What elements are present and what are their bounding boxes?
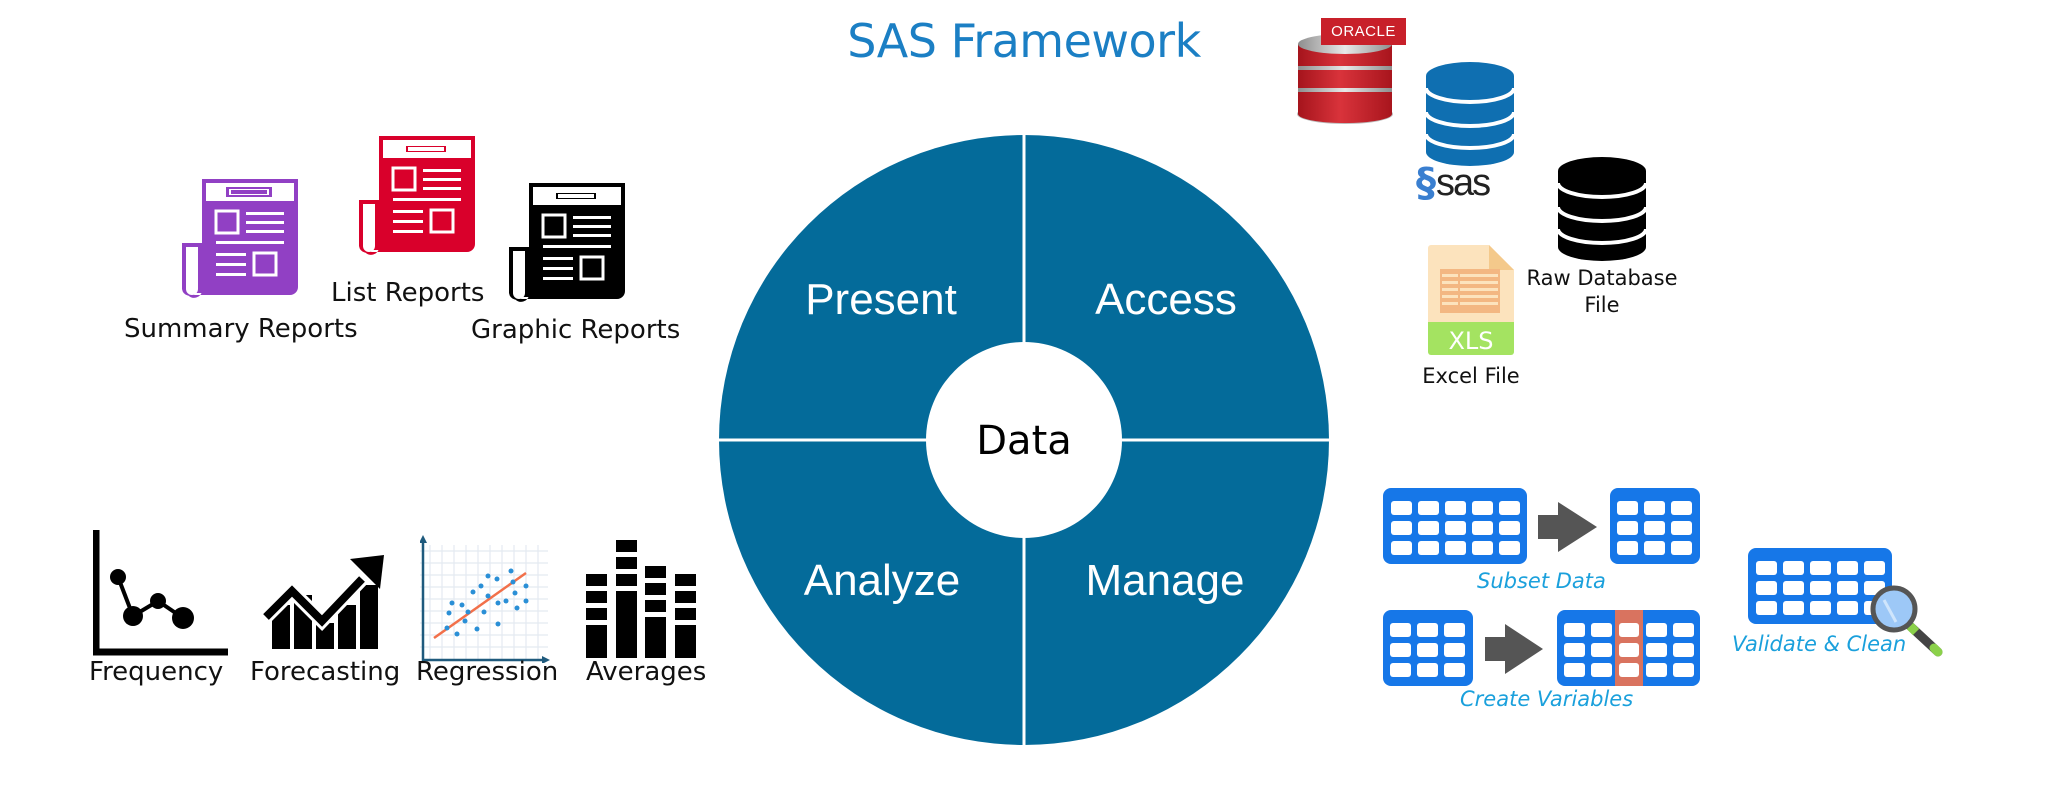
averages-label: Averages <box>586 657 707 687</box>
data-core-label: Data <box>976 418 1072 464</box>
averages-bar-icon <box>586 540 696 658</box>
summary-report-icon <box>182 179 298 298</box>
segment-analyze-label: Analyze <box>804 556 961 605</box>
create-variables-label: Create Variables <box>1460 687 1634 711</box>
sas-logo-icon: § <box>1416 160 1436 206</box>
graphic-reports-label: Graphic Reports <box>471 315 681 345</box>
sas-logo-text: sas <box>1436 162 1491 204</box>
validate-clean-label: Validate & Clean <box>1732 632 1907 656</box>
segment-present-label: Present <box>805 275 957 324</box>
segment-manage-label: Manage <box>1085 556 1244 605</box>
forecasting-label: Forecasting <box>250 657 401 687</box>
frequency-line-chart-icon <box>93 530 228 656</box>
oracle-badge-text: ORACLE <box>1331 23 1396 40</box>
summary-reports-label: Summary Reports <box>124 314 358 344</box>
regression-scatter-icon <box>420 535 550 663</box>
excel-file-label: Excel File <box>1422 364 1520 388</box>
excel-file-icon: XLS <box>1428 245 1514 355</box>
raw-database-label-line2: File <box>1584 293 1620 317</box>
page-title-text: SAS Framework <box>847 14 1201 68</box>
xls-badge-text: XLS <box>1448 327 1493 355</box>
segment-access-label: Access <box>1095 275 1237 324</box>
subset-data-label: Subset Data <box>1477 569 1606 593</box>
frequency-label: Frequency <box>89 657 224 687</box>
framework-wheel: Present Access Analyze Manage Data <box>718 134 1330 746</box>
page-title: SAS Framework <box>0 14 2048 68</box>
raw-database-label-line1: Raw Database <box>1526 266 1678 290</box>
create-variables-icon <box>1383 610 1700 686</box>
raw-database-label: Raw Database File <box>1524 265 1680 319</box>
oracle-badge: ORACLE <box>1321 18 1406 45</box>
sas-database-icon <box>1426 62 1514 166</box>
list-reports-label: List Reports <box>331 278 485 308</box>
sas-logo: §sas <box>1416 160 1491 206</box>
forecasting-trend-icon <box>262 555 384 649</box>
graphic-report-icon <box>509 183 625 302</box>
regression-label: Regression <box>416 657 559 687</box>
subset-data-icon <box>1383 488 1700 564</box>
list-report-icon <box>359 136 475 255</box>
raw-database-icon <box>1558 157 1646 261</box>
